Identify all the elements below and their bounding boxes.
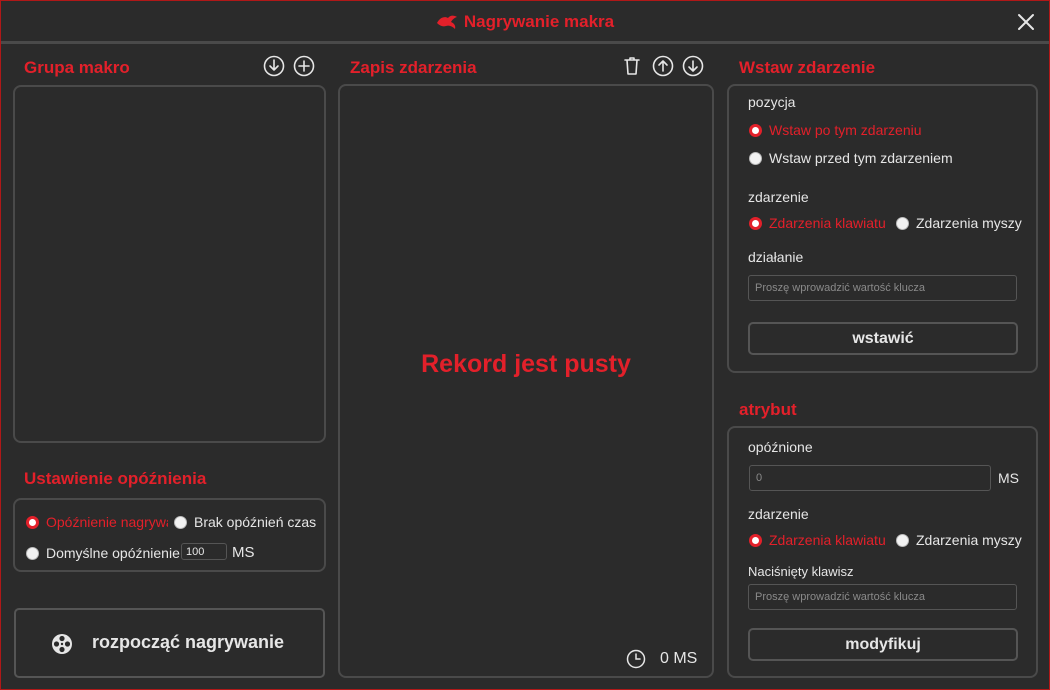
delay-settings-panel: Opóźnienie nagrywania Brak opóźnień czas… — [13, 498, 326, 572]
insert-keyboard-label: Zdarzenia klawiatu — [769, 215, 886, 231]
event-record-list[interactable]: Rekord jest pusty 0 MS — [338, 84, 714, 678]
clock-icon — [626, 649, 646, 669]
insert-event-panel: pozycja Wstaw po tym zdarzeniu Wstaw prz… — [727, 84, 1038, 373]
delay-none-radio[interactable]: Brak opóźnień czasowych — [174, 514, 316, 530]
radio-selected-icon — [749, 533, 762, 547]
window-title: Nagrywanie makra — [1, 12, 1049, 32]
insert-mouse-radio[interactable]: Zdarzenia myszy — [896, 215, 1022, 231]
delay-recorded-radio[interactable]: Opóźnienie nagrywania — [26, 514, 168, 530]
delay-settings-title: Ustawienie opóźnienia — [24, 469, 207, 488]
radio-selected-icon — [749, 123, 762, 137]
insert-event-title: Wstaw zdarzenie — [739, 58, 876, 77]
action-label: działanie — [748, 249, 804, 265]
film-reel-icon — [52, 634, 72, 654]
radio-unselected-icon — [749, 151, 762, 165]
default-delay-unit: MS — [232, 544, 255, 561]
modify-button[interactable]: modyfikuj — [748, 628, 1018, 661]
attribute-delay-input[interactable] — [749, 465, 991, 491]
pressed-key-label: Naciśnięty klawisz — [748, 564, 854, 579]
default-delay-input[interactable] — [181, 543, 227, 560]
arrow-up-circle-icon — [652, 55, 674, 77]
insert-keyboard-radio[interactable]: Zdarzenia klawiatu — [749, 215, 886, 231]
import-group-button[interactable] — [263, 55, 285, 77]
title-bar: Nagrywanie makra — [1, 1, 1049, 44]
radio-unselected-icon — [896, 216, 909, 230]
insert-after-radio[interactable]: Wstaw po tym zdarzeniu — [749, 122, 922, 138]
delete-event-button[interactable] — [621, 55, 643, 77]
attribute-mouse-label: Zdarzenia myszy — [916, 532, 1022, 548]
move-event-up-button[interactable] — [652, 55, 674, 77]
delay-none-label: Brak opóźnień czasowych — [194, 514, 316, 530]
radio-unselected-icon — [174, 515, 187, 529]
plus-circle-icon — [293, 55, 315, 77]
insert-event-type-label: zdarzenie — [748, 189, 809, 205]
macro-group-title: Grupa makro — [24, 58, 130, 77]
start-recording-label: rozpocząć nagrywanie — [92, 632, 285, 652]
move-event-down-button[interactable] — [682, 55, 704, 77]
delay-default-label: Domyślne opóźnienie — [46, 545, 180, 561]
total-time-text: 0 MS — [660, 650, 698, 667]
attribute-keyboard-label: Zdarzenia klawiatu — [769, 532, 886, 548]
insert-before-radio[interactable]: Wstaw przed tym zdarzeniem — [749, 150, 953, 166]
radio-selected-icon — [26, 515, 39, 529]
arrow-down-circle-icon — [682, 55, 704, 77]
insert-before-label: Wstaw przed tym zdarzeniem — [769, 150, 953, 166]
radio-selected-icon — [749, 216, 762, 230]
dragon-logo-icon — [436, 15, 457, 29]
delay-default-radio[interactable]: Domyślne opóźnienie — [26, 545, 180, 561]
attribute-title: atrybut — [739, 400, 797, 419]
close-button[interactable] — [1015, 11, 1037, 33]
attribute-mouse-radio[interactable]: Zdarzenia myszy — [896, 532, 1022, 548]
attribute-event-type-label: zdarzenie — [748, 506, 809, 522]
radio-unselected-icon — [896, 533, 909, 547]
insert-button[interactable]: wstawić — [748, 322, 1018, 355]
window-title-text: Nagrywanie makra — [463, 12, 615, 31]
trash-icon — [624, 57, 640, 75]
pressed-key-input[interactable] — [748, 584, 1017, 610]
delay-label: opóźnione — [748, 439, 813, 455]
download-circle-icon — [263, 55, 285, 77]
close-icon — [1018, 14, 1034, 30]
attribute-keyboard-radio[interactable]: Zdarzenia klawiatu — [749, 532, 886, 548]
delay-recorded-label: Opóźnienie nagrywania — [46, 514, 168, 530]
event-record-title: Zapis zdarzenia — [350, 58, 477, 77]
start-recording-button[interactable]: rozpocząć nagrywanie — [14, 608, 325, 678]
position-label: pozycja — [748, 94, 796, 110]
insert-mouse-label: Zdarzenia myszy — [916, 215, 1022, 231]
empty-record-text: Rekord jest pusty — [421, 350, 631, 378]
attribute-panel: opóźnione MS zdarzenie Zdarzenia klawiat… — [727, 426, 1038, 678]
attribute-delay-unit: MS — [998, 470, 1019, 486]
insert-after-label: Wstaw po tym zdarzeniu — [769, 122, 922, 138]
action-key-input[interactable] — [748, 275, 1017, 301]
radio-unselected-icon — [26, 546, 39, 560]
macro-group-list[interactable] — [13, 85, 326, 443]
macro-recording-window: Nagrywanie makra Grupa makro Ustawienie … — [0, 0, 1050, 690]
add-group-button[interactable] — [293, 55, 315, 77]
